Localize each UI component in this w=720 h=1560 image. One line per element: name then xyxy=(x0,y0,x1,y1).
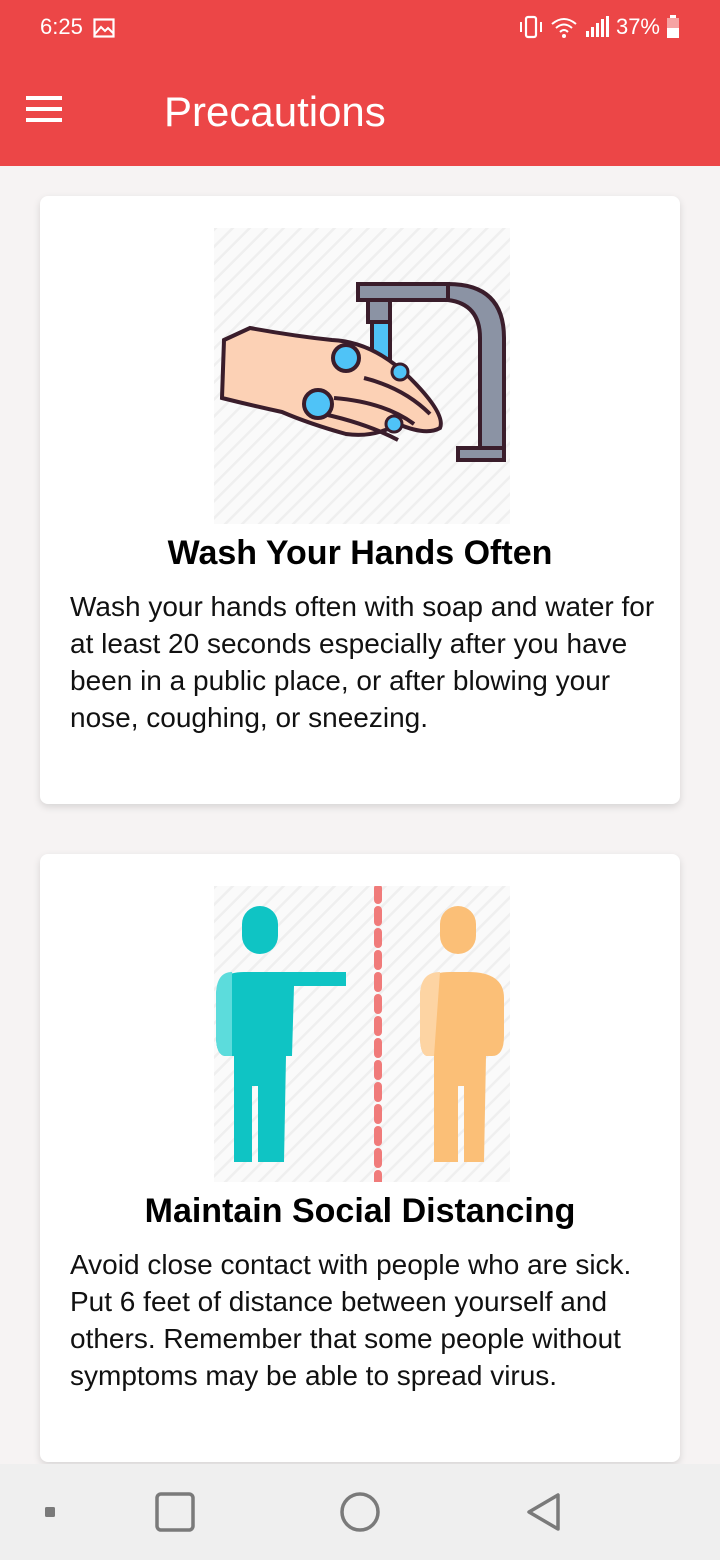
battery-icon xyxy=(666,15,680,39)
vibrate-icon xyxy=(518,15,544,39)
card-title: Maintain Social Distancing xyxy=(144,1192,576,1230)
precaution-card-social-distancing: Maintain Social Distancing Avoid close c… xyxy=(40,854,680,1462)
back-triangle-icon[interactable] xyxy=(510,1464,580,1560)
card-description: Wash your hands often with soap and wate… xyxy=(70,591,655,733)
app-bar: 6:25 37% Precautions xyxy=(0,0,720,166)
card-title: Wash Your Hands Often xyxy=(167,534,553,572)
status-time: 6:25 xyxy=(40,14,83,39)
status-bar: 6:25 37% xyxy=(0,0,720,58)
menu-icon[interactable] xyxy=(26,96,62,124)
signal-icon xyxy=(584,15,610,39)
system-navigation-bar xyxy=(0,1464,720,1560)
battery-percent: 37% xyxy=(615,14,660,39)
social-distancing-illustration xyxy=(214,884,510,1186)
handwashing-illustration xyxy=(214,228,510,524)
home-circle-icon[interactable] xyxy=(324,1464,396,1560)
wifi-icon xyxy=(550,15,578,39)
overview-square-icon[interactable] xyxy=(140,1464,210,1560)
recents-dot-icon[interactable] xyxy=(20,1464,80,1560)
card-description: Avoid close contact with people who are … xyxy=(70,1249,632,1391)
precaution-card-handwashing: Wash Your Hands Often Wash your hands of… xyxy=(40,196,680,804)
page-title: Precautions xyxy=(164,88,386,135)
gallery-notification-icon xyxy=(93,17,115,44)
